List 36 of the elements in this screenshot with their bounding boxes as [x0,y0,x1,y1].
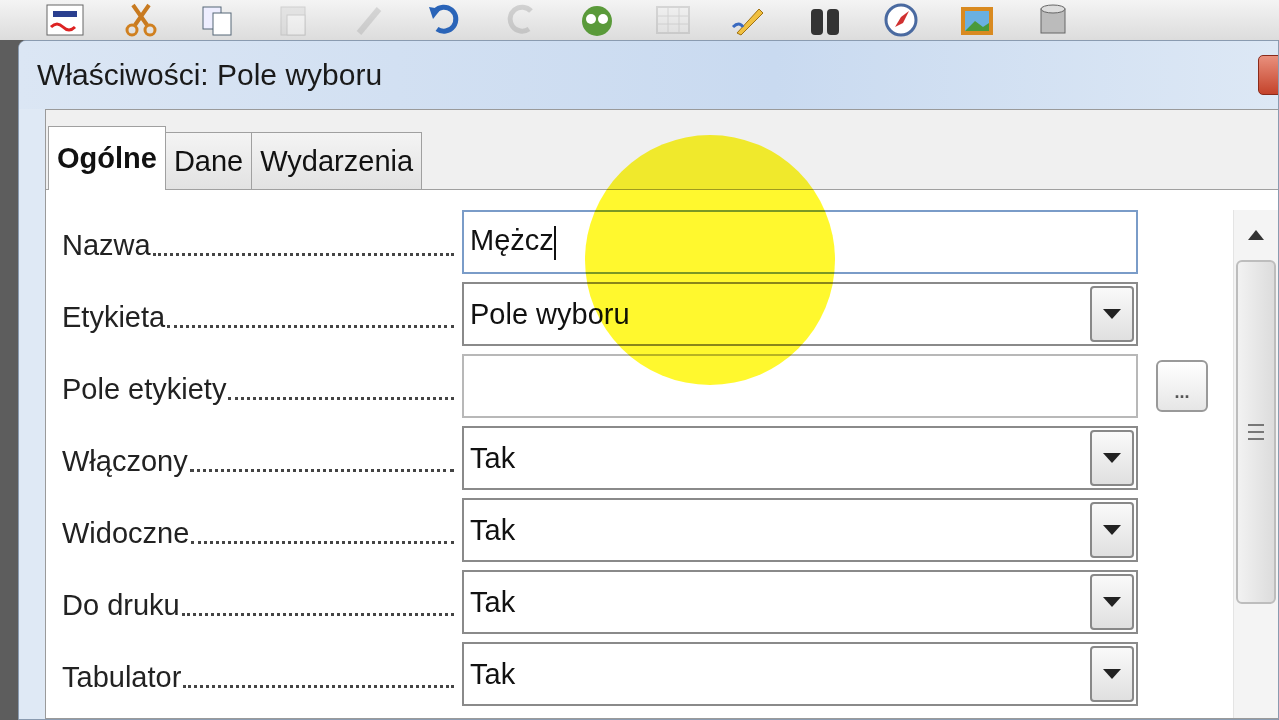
field-value: Tak [469,657,516,691]
caret-icon [1103,525,1121,535]
grip-icon [1248,422,1264,442]
tab[interactable]: Ogólne [48,126,166,190]
table-icon [653,3,693,37]
property-label: Etykieta [62,301,166,334]
tab[interactable]: Dane [164,132,253,190]
dropdown-field[interactable]: Tak [462,642,1138,706]
caret-icon [1103,453,1121,463]
window-title: Właściwości: Pole wyboru [36,58,383,92]
scroll-up-icon [1248,230,1264,240]
dropdown-button[interactable] [1090,574,1134,630]
caret-icon [1103,669,1121,679]
field-value: Mężcz [464,224,556,260]
dropdown-field[interactable]: Tak [462,570,1138,634]
input-field[interactable] [462,354,1138,418]
property-label: Tabulator [62,661,182,694]
field-value: Tak [469,513,516,547]
field-value: Tak [469,441,516,475]
property-label: Do druku [62,589,180,622]
dropdown-button[interactable] [1090,430,1134,486]
property-label: Nazwa [62,229,151,262]
dropdown-field[interactable]: Tak [462,426,1138,490]
dropdown-field[interactable]: Tak [462,498,1138,562]
tab[interactable]: Wydarzenia [251,132,423,190]
scroll-thumb[interactable] [1236,260,1276,604]
spellcheck-icon [45,3,85,37]
property-label: Włączony [62,445,188,478]
property-label: Widoczne [62,517,190,550]
dropdown-button[interactable] [1090,502,1134,558]
caret-icon [1103,597,1121,607]
property-label: Pole etykiety [62,373,227,406]
field-value: Tak [469,585,516,619]
dropdown-button[interactable] [1090,646,1134,702]
browse-button[interactable]: ... [1156,360,1208,412]
scrollbar[interactable] [1233,210,1278,718]
